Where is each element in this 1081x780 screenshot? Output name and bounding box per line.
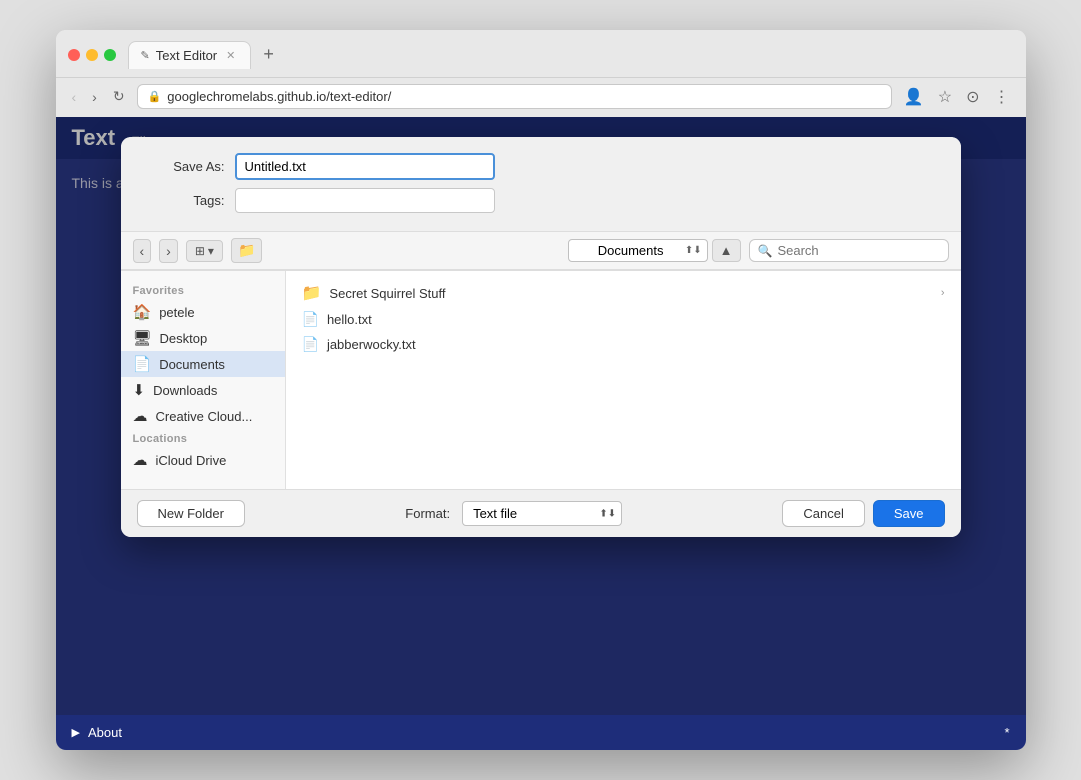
tags-label: Tags: bbox=[145, 193, 225, 208]
sidebar-item-petele[interactable]: 🏠 petele bbox=[121, 299, 285, 325]
new-folder-button[interactable]: New Folder bbox=[137, 500, 245, 527]
sidebar-item-icloud[interactable]: ☁ iCloud Drive bbox=[121, 447, 285, 473]
address-input[interactable]: 🔒 googlechromelabs.github.io/text-editor… bbox=[137, 84, 892, 109]
about-label[interactable]: About bbox=[88, 725, 122, 740]
tab-icon: ✎ bbox=[141, 49, 150, 62]
tags-input[interactable] bbox=[235, 188, 495, 213]
expand-button[interactable]: ▲ bbox=[712, 239, 741, 262]
dialog-toolbar: ‹ › ⊞ ▾ 📁 Documents ⬆⬇ bbox=[121, 231, 961, 270]
save-as-row: Save As: bbox=[145, 153, 937, 180]
file-name: jabberwocky.txt bbox=[327, 337, 416, 352]
sidebar-item-label: Downloads bbox=[153, 383, 217, 398]
sidebar-item-creative-cloud[interactable]: ☁ Creative Cloud... bbox=[121, 403, 285, 429]
save-as-input[interactable] bbox=[235, 153, 495, 180]
format-select-wrapper: Text file ⬆⬇ bbox=[462, 501, 622, 526]
search-input[interactable] bbox=[777, 243, 927, 258]
profile-icon[interactable]: ⊙ bbox=[962, 85, 983, 109]
location-select-wrapper: Documents ⬆⬇ bbox=[568, 239, 708, 262]
file-list: 📁 Secret Squirrel Stuff › 📄 hello.txt 📄 … bbox=[286, 271, 961, 489]
sidebar-item-desktop[interactable]: 🖥 Desktop bbox=[121, 325, 285, 351]
toolbar-forward-button[interactable]: › bbox=[159, 239, 178, 263]
tab-title: Text Editor bbox=[156, 48, 217, 63]
search-box: 🔍 bbox=[749, 239, 949, 262]
sidebar-item-label: Desktop bbox=[160, 331, 208, 346]
downloads-icon: ⬇ bbox=[133, 381, 146, 399]
save-dialog: Save As: Tags: ‹ › ⊞ ▾ 📁 bbox=[121, 137, 961, 537]
file-icon: 📄 bbox=[302, 336, 319, 353]
account-icon[interactable]: 👤 bbox=[900, 85, 928, 109]
view-chevron: ▾ bbox=[208, 244, 214, 258]
cancel-button[interactable]: Cancel bbox=[782, 500, 864, 527]
sidebar-item-label: petele bbox=[159, 305, 194, 320]
documents-icon: 📄 bbox=[133, 355, 152, 373]
sidebar-item-label: Documents bbox=[159, 357, 225, 372]
folder-icon: 📁 bbox=[302, 283, 322, 303]
new-tab-button[interactable]: + bbox=[255, 40, 282, 69]
favorites-label: Favorites bbox=[121, 281, 285, 299]
lock-icon: 🔒 bbox=[148, 90, 162, 103]
dialog-sidebar: Favorites 🏠 petele 🖥 Desktop 📄 Documents bbox=[121, 271, 286, 489]
folder-arrow-icon: › bbox=[941, 287, 945, 299]
sidebar-item-label: iCloud Drive bbox=[156, 453, 227, 468]
about-arrow-icon: ▶ bbox=[72, 726, 80, 739]
dialog-overlay: Save As: Tags: ‹ › ⊞ ▾ 📁 bbox=[56, 117, 1026, 715]
forward-button[interactable]: › bbox=[88, 87, 101, 107]
dialog-footer: New Folder Format: Text file ⬆⬇ Cancel S… bbox=[121, 490, 961, 537]
sidebar-item-downloads[interactable]: ⬇ Downloads bbox=[121, 377, 285, 403]
icloud-icon: ☁ bbox=[133, 451, 148, 469]
file-icon: 📄 bbox=[302, 311, 319, 328]
search-icon: 🔍 bbox=[758, 244, 773, 258]
tab-close-button[interactable]: ✕ bbox=[223, 48, 238, 63]
title-bar: ✎ Text Editor ✕ + bbox=[56, 30, 1026, 78]
toolbar-view-button[interactable]: ⊞ ▾ bbox=[186, 240, 223, 262]
active-tab[interactable]: ✎ Text Editor ✕ bbox=[128, 41, 252, 69]
refresh-button[interactable]: ↻ bbox=[109, 86, 129, 107]
dialog-header: Save As: Tags: bbox=[121, 137, 961, 231]
save-button[interactable]: Save bbox=[873, 500, 945, 527]
browser-actions: 👤 ☆ ⊙ ⋮ bbox=[900, 85, 1014, 109]
dialog-body: Favorites 🏠 petele 🖥 Desktop 📄 Documents bbox=[121, 270, 961, 490]
maximize-button[interactable] bbox=[104, 49, 116, 61]
save-as-label: Save As: bbox=[145, 159, 225, 174]
asterisk-label: * bbox=[1004, 725, 1009, 740]
file-name: hello.txt bbox=[327, 312, 372, 327]
sidebar-item-label: Creative Cloud... bbox=[156, 409, 253, 424]
file-item-hello[interactable]: 📄 hello.txt bbox=[294, 307, 953, 332]
toolbar-back-button[interactable]: ‹ bbox=[133, 239, 152, 263]
file-name: Secret Squirrel Stuff bbox=[329, 286, 445, 301]
home-icon: 🏠 bbox=[133, 303, 152, 321]
address-bar: ‹ › ↻ 🔒 googlechromelabs.github.io/text-… bbox=[56, 78, 1026, 117]
view-icon: ⊞ bbox=[195, 244, 205, 258]
locations-label: Locations bbox=[121, 429, 285, 447]
file-item-secret-squirrel[interactable]: 📁 Secret Squirrel Stuff › bbox=[294, 279, 953, 307]
traffic-lights bbox=[68, 49, 116, 61]
page-content: Text File This is a n Save As: Tags: bbox=[56, 117, 1026, 715]
location-select[interactable]: Documents bbox=[568, 239, 708, 262]
url-text: googlechromelabs.github.io/text-editor/ bbox=[167, 89, 391, 104]
star-icon[interactable]: ☆ bbox=[934, 85, 956, 109]
sidebar-item-documents[interactable]: 📄 Documents bbox=[121, 351, 285, 377]
bottom-bar: ▶ About * bbox=[56, 715, 1026, 750]
minimize-button[interactable] bbox=[86, 49, 98, 61]
file-item-jabberwocky[interactable]: 📄 jabberwocky.txt bbox=[294, 332, 953, 357]
menu-icon[interactable]: ⋮ bbox=[990, 85, 1014, 109]
browser-window: ✎ Text Editor ✕ + ‹ › ↻ 🔒 googlechromela… bbox=[56, 30, 1026, 750]
tab-bar: ✎ Text Editor ✕ + bbox=[128, 40, 1014, 69]
desktop-icon: 🖥 bbox=[133, 329, 152, 347]
creative-cloud-icon: ☁ bbox=[133, 407, 148, 425]
back-button[interactable]: ‹ bbox=[68, 87, 81, 107]
tags-row: Tags: bbox=[145, 188, 937, 213]
close-button[interactable] bbox=[68, 49, 80, 61]
format-select[interactable]: Text file bbox=[462, 501, 622, 526]
toolbar-new-folder-icon[interactable]: 📁 bbox=[231, 238, 262, 263]
format-label: Format: bbox=[405, 506, 450, 521]
location-selector: Documents ⬆⬇ ▲ bbox=[568, 239, 741, 262]
